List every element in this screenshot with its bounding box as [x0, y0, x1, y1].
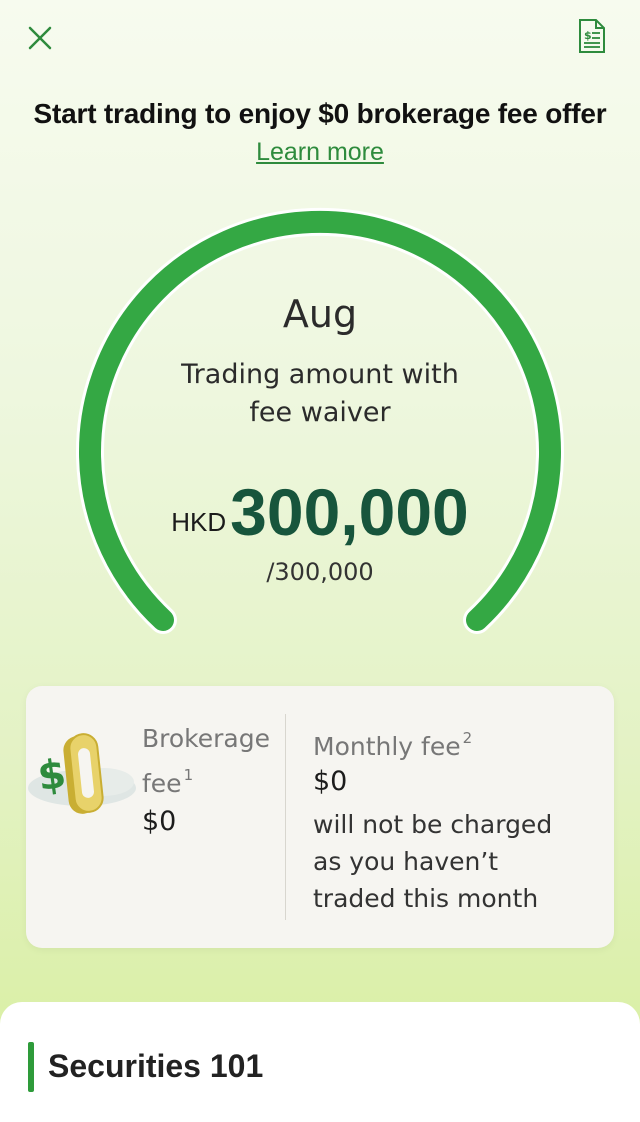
gauge-subtitle-line2: fee waiver	[249, 397, 391, 428]
gauge-limit: /300,000	[266, 558, 374, 586]
promo-headline: Start trading to enjoy $0 brokerage fee …	[33, 98, 607, 129]
close-button[interactable]	[22, 20, 58, 56]
fee-summary-card: $ Brokerage fee 1 $0 Monthly fee 2 $0 will…	[26, 686, 614, 948]
monthly-fee-note: will not be charged as you haven’t trade…	[313, 806, 552, 917]
brokerage-fee-label: Brokerage fee 1	[142, 720, 270, 802]
fee-document-button[interactable]: $	[572, 16, 612, 56]
svg-text:$: $	[584, 29, 592, 42]
monthly-fee-label: Monthly fee 2	[313, 720, 472, 765]
gauge-subtitle: Trading amount with fee waiver	[150, 356, 490, 432]
zero-dollar-icon: $	[28, 733, 136, 814]
gauge-month: Aug	[282, 292, 358, 336]
section-accent-bar	[28, 1042, 34, 1092]
section-title: Securities 101	[48, 1048, 264, 1084]
fee-divider	[285, 714, 286, 920]
monthly-fee-value: $0	[313, 766, 348, 797]
gauge-subtitle-line1: Trading amount with	[181, 359, 459, 390]
svg-text:$: $	[35, 751, 69, 800]
brokerage-fee-label-line1: Brokerage	[142, 724, 270, 753]
brokerage-fee-label-line2: fee 1	[142, 757, 270, 802]
monthly-fee-note-line3: traded this month	[313, 884, 539, 913]
gauge-currency: HKD	[171, 507, 227, 537]
monthly-fee-note-line1: will not be charged	[313, 810, 553, 839]
monthly-fee-label-text: Monthly fee	[313, 732, 461, 761]
learn-more-link[interactable]: Learn more	[0, 138, 640, 167]
gauge-amount-row: HKD300,000	[0, 474, 640, 550]
securities-101-section: Securities 101	[0, 1002, 640, 1122]
brokerage-fee-value: $0	[142, 806, 177, 837]
fee-document-icon: $	[579, 19, 605, 53]
footnote-2: 2	[462, 729, 473, 747]
monthly-fee-note-line2: as you haven’t	[313, 847, 499, 876]
footnote-1: 1	[183, 766, 194, 784]
brokerage-fee-label-text: fee	[142, 769, 182, 798]
gauge-amount: 300,000	[230, 475, 469, 549]
close-icon	[28, 26, 52, 50]
